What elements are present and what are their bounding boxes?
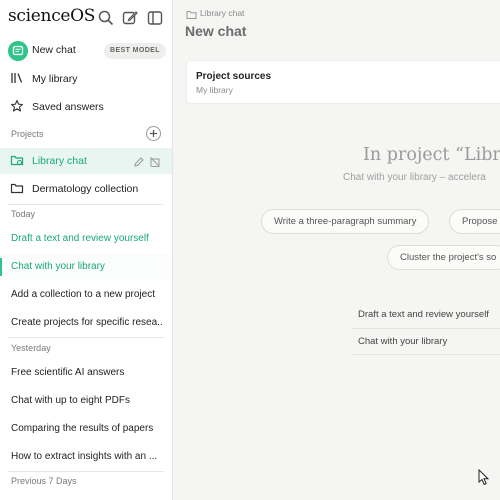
projects-section-label: Projects	[11, 129, 44, 139]
group-label-today: Today	[11, 209, 36, 219]
edit-icon[interactable]	[133, 155, 145, 167]
suggested-prompt[interactable]: Draft a text and review yourself	[352, 302, 500, 328]
new-chat-button[interactable]: New chat BEST MODEL	[0, 38, 172, 64]
mouse-cursor-icon	[478, 469, 490, 486]
project-item-dermatology[interactable]: Dermatology collection	[0, 176, 172, 202]
project-subheading: Chat with your library – accelera	[343, 172, 486, 183]
plus-icon	[150, 130, 157, 137]
new-chat-label: New chat	[32, 44, 76, 56]
chat-item-label: Free scientific AI answers	[11, 367, 125, 378]
main-panel: Library chat New chat Project sources My…	[174, 0, 500, 500]
suggested-prompt[interactable]: Chat with your library	[352, 328, 500, 354]
chat-item[interactable]: Chat with up to eight PDFs	[0, 388, 172, 414]
project-label: Dermatology collection	[32, 183, 139, 195]
chat-item-label: How to extract insights with an ...	[11, 451, 158, 462]
page-title: New chat	[185, 23, 247, 39]
chat-item[interactable]: Add a collection to a new project	[0, 282, 172, 308]
sidebar-header: scienceOS	[0, 0, 172, 36]
sidebar-item-label: My library	[32, 73, 78, 85]
chat-item[interactable]: Create projects for specific resea...	[0, 310, 172, 336]
suggested-prompt-label: Chat with your library	[358, 336, 448, 347]
add-project-button[interactable]	[146, 126, 161, 141]
sidebar: scienceOS New chat BEST MODEL My library…	[0, 0, 173, 500]
divider	[8, 204, 164, 205]
search-icon[interactable]	[97, 9, 115, 27]
project-heading: In project “Libra	[363, 145, 500, 165]
chat-item-active[interactable]: Chat with your library	[0, 254, 172, 280]
project-sources-title: Project sources	[196, 71, 272, 82]
project-label: Library chat	[32, 155, 87, 167]
compose-icon[interactable]	[121, 9, 139, 27]
chat-item-label: Comparing the results of papers	[11, 423, 154, 434]
chat-item-label: Chat with up to eight PDFs	[11, 395, 130, 406]
brand-logo[interactable]: scienceOS	[8, 6, 95, 26]
project-sources-subtitle: My library	[196, 85, 233, 95]
chat-item[interactable]: Free scientific AI answers	[0, 360, 172, 386]
chat-item[interactable]: Draft a text and review yourself	[0, 226, 172, 252]
divider	[8, 471, 164, 472]
chat-item-label: Draft a text and review yourself	[11, 233, 149, 244]
star-icon	[10, 99, 24, 113]
sidebar-toggle-icon[interactable]	[146, 9, 164, 27]
sidebar-item-my-library[interactable]: My library	[0, 66, 172, 92]
sidebar-item-label: Saved answers	[32, 101, 104, 113]
chat-item-label: Chat with your library	[11, 261, 105, 272]
chat-item-label: Add a collection to a new project	[11, 289, 155, 300]
project-item-library-chat[interactable]: Library chat	[0, 148, 172, 174]
suggestion-chip[interactable]: Cluster the project's so	[387, 245, 500, 270]
archive-icon[interactable]	[149, 155, 161, 167]
new-chat-icon	[8, 41, 28, 61]
suggestion-chip[interactable]: Write a three-paragraph summary	[261, 209, 430, 234]
sidebar-item-saved-answers[interactable]: Saved answers	[0, 94, 172, 120]
folder-sync-icon	[186, 7, 197, 19]
chat-item[interactable]: How to extract insights with an ...	[0, 444, 172, 470]
breadcrumb[interactable]: Library chat	[200, 8, 244, 18]
suggested-prompt-label: Draft a text and review yourself	[358, 309, 489, 320]
chat-item-label: Create projects for specific resea...	[11, 317, 163, 328]
project-sources-card[interactable]: Project sources My library	[186, 60, 500, 104]
chat-item[interactable]: Comparing the results of papers	[0, 416, 172, 442]
divider	[352, 354, 500, 355]
group-label-yesterday: Yesterday	[11, 343, 51, 353]
folder-icon	[10, 181, 24, 195]
group-label-previous-7-days: Previous 7 Days	[11, 476, 77, 486]
folder-sync-icon	[10, 153, 24, 167]
library-icon	[10, 71, 24, 85]
divider	[8, 337, 164, 338]
best-model-badge: BEST MODEL	[104, 43, 166, 59]
suggestion-chip[interactable]: Propose	[449, 209, 500, 234]
